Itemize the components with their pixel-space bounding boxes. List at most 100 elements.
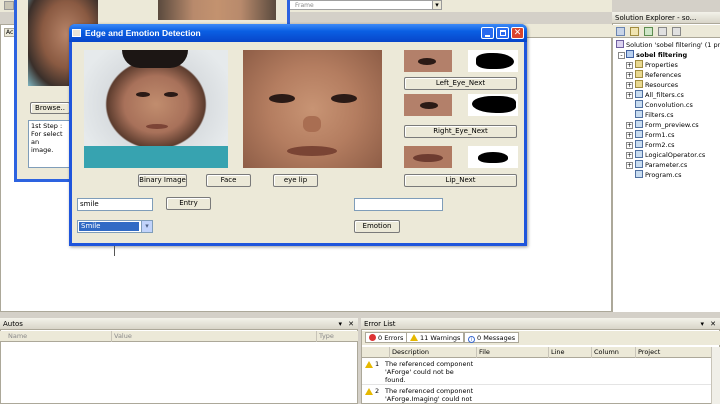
eye-lip-button[interactable]: eye lip (273, 174, 318, 187)
warnings-toggle[interactable]: 11 Warnings (406, 332, 465, 343)
dialog-title: Edge and Emotion Detection (85, 28, 201, 38)
expand-icon[interactable] (626, 110, 633, 117)
error-col-file[interactable]: File (476, 347, 490, 358)
right-eye-mask (468, 94, 518, 116)
cs-file-icon (635, 120, 643, 128)
right-eye-next-button[interactable]: Right_Eye_Next (404, 125, 517, 138)
errors-label: 0 Errors (378, 334, 404, 342)
lip-next-button[interactable]: Lip_Next (404, 174, 517, 187)
solution-label: Solution 'sobel filtering' (1 pro (626, 41, 720, 49)
left-eye-next-button[interactable]: Left_Eye_Next (404, 77, 517, 90)
binary-image-button[interactable]: Binary Image (138, 174, 187, 187)
solution-item[interactable]: + Form1.cs (626, 130, 675, 140)
emotion-button[interactable]: Emotion (354, 220, 400, 233)
autos-close-icon[interactable]: ✕ (348, 318, 354, 330)
solution-item[interactable]: + References (626, 70, 681, 80)
expand-icon[interactable]: + (626, 82, 633, 89)
expand-icon[interactable]: + (626, 72, 633, 79)
autos-col-value[interactable]: Value (111, 331, 132, 342)
expand-icon[interactable]: + (626, 132, 633, 139)
solution-item[interactable]: + Form_preview.cs (626, 120, 699, 130)
maximize-button[interactable] (496, 27, 509, 39)
show-all-files-icon[interactable] (630, 27, 639, 36)
minimize-button[interactable] (481, 27, 494, 39)
error-col-description[interactable]: Description (389, 347, 429, 358)
collapse-icon[interactable]: - (618, 52, 625, 59)
autos-col-name[interactable]: Name (8, 331, 27, 342)
error-col-project[interactable]: Project (635, 347, 660, 358)
close-button[interactable]: ✕ (511, 27, 524, 39)
messages-label: 0 Messages (477, 334, 516, 342)
frame-combo[interactable]: Frame (286, 0, 442, 10)
solution-item[interactable]: + Form2.cs (626, 140, 675, 150)
autos-pin-icon[interactable]: ▾ (338, 318, 342, 330)
properties-icon[interactable] (616, 27, 625, 36)
error-list-pin-icon[interactable]: ▾ (700, 318, 704, 330)
face-button[interactable]: Face (206, 174, 251, 187)
dialog-titlebar[interactable]: Edge and Emotion Detection ✕ (69, 24, 527, 42)
project-node[interactable]: - sobel filtering (618, 50, 687, 60)
minimize-icon (485, 35, 490, 37)
view-code-icon[interactable] (658, 27, 667, 36)
expand-icon[interactable] (626, 170, 633, 177)
solution-explorer-toolbar (612, 25, 720, 38)
cs-file-icon (635, 100, 643, 108)
error-row-description: The referenced component 'AForge.Imaging… (385, 387, 473, 403)
solution-item[interactable]: Program.cs (626, 170, 681, 180)
warning-icon (410, 334, 418, 341)
entry-button[interactable]: Entry (166, 197, 211, 210)
expand-icon[interactable]: + (626, 142, 633, 149)
errors-toggle[interactable]: 0 Errors (365, 332, 408, 343)
error-filter-bar: 0 Errors 11 Warnings i0 Messages (362, 331, 720, 345)
expand-icon[interactable] (626, 100, 633, 107)
emotion-text-input[interactable]: smile (77, 198, 153, 211)
face-photo (84, 50, 228, 168)
emotion-output-field[interactable] (354, 198, 443, 211)
error-col-line[interactable]: Line (548, 347, 565, 358)
close-icon: ✕ (513, 28, 522, 38)
project-icon (626, 50, 634, 58)
solution-item[interactable]: Convolution.cs (626, 100, 693, 110)
expand-icon[interactable]: + (626, 62, 633, 69)
refresh-icon[interactable] (644, 27, 653, 36)
face-shirt (84, 146, 228, 168)
error-row-number: 2 (375, 387, 380, 395)
project-label: sobel filtering (636, 51, 688, 59)
error-col-column[interactable]: Column (591, 347, 619, 358)
browse-button[interactable]: Browse.. (30, 102, 70, 114)
designer-scroll-icon[interactable]: ▾ (432, 0, 442, 10)
error-desc-line: 'AForge' could not be (385, 368, 454, 376)
solution-item[interactable]: + Parameter.cs (626, 160, 687, 170)
view-designer-icon[interactable] (672, 27, 681, 36)
expand-icon[interactable]: + (626, 92, 633, 99)
emotion-combo[interactable]: Smile ▾ (77, 220, 153, 233)
error-icon (369, 334, 376, 341)
expand-icon[interactable]: + (626, 152, 633, 159)
solution-item[interactable]: + LogicalOperator.cs (626, 150, 705, 160)
error-list-close-icon[interactable]: ✕ (710, 318, 716, 330)
error-row[interactable]: 2 The referenced component 'AForge.Imagi… (362, 386, 720, 404)
right-eye-pupil (420, 102, 438, 109)
right-eye-blob (472, 96, 516, 113)
info-icon: i (468, 336, 475, 343)
warning-icon (365, 388, 373, 395)
error-desc-line: found. (385, 376, 406, 384)
solution-node[interactable]: Solution 'sobel filtering' (1 pro (616, 40, 720, 50)
dialog-app-icon (72, 29, 81, 37)
expand-icon[interactable]: + (626, 162, 633, 169)
maximize-icon (500, 30, 506, 36)
solution-item[interactable]: Filters.cs (626, 110, 674, 120)
combo-chevron-down-icon[interactable]: ▾ (141, 221, 152, 232)
cropped-right-eye (331, 94, 357, 103)
autos-col-type[interactable]: Type (316, 331, 334, 342)
toolbar-icon[interactable] (4, 1, 14, 10)
error-row[interactable]: 1 The referenced component 'AForge' coul… (362, 359, 720, 385)
solution-item[interactable]: + Resources (626, 80, 678, 90)
solution-item[interactable]: + All_filters.cs (626, 90, 684, 100)
expand-icon[interactable]: + (626, 122, 633, 129)
error-list-scrollbar[interactable] (711, 347, 720, 404)
solution-item[interactable]: + Properties (626, 60, 678, 70)
cs-file-icon (635, 130, 643, 138)
solution-item-label: Form1.cs (645, 131, 675, 139)
messages-toggle[interactable]: i0 Messages (464, 332, 520, 343)
